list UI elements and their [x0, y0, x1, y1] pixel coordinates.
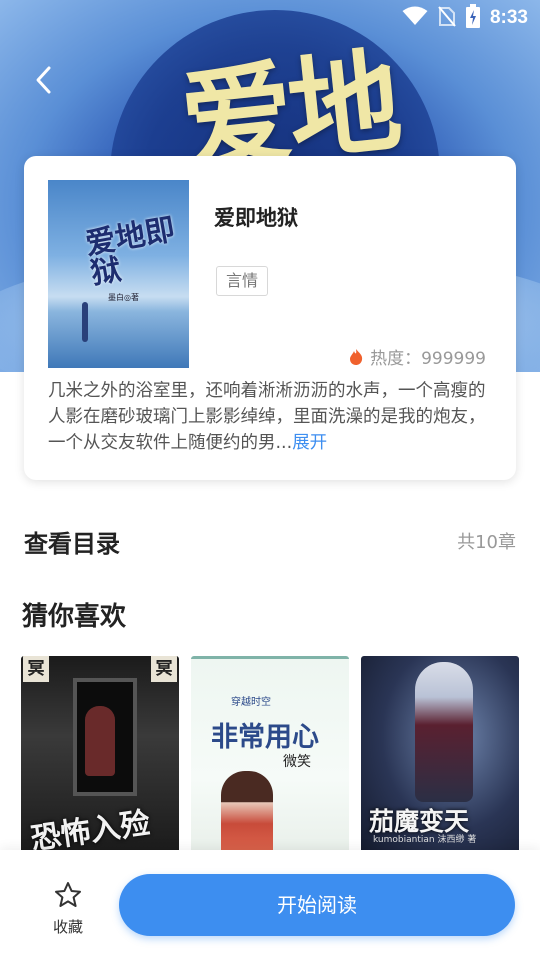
book-cover-title: 爱地即狱 [82, 212, 178, 292]
chapter-count: 共10章 [457, 532, 516, 553]
book-cover-author: 墨白◎著 [108, 293, 139, 302]
book-description: 几米之外的浴室里，还响着淅淅沥沥的水声，一个高瘦的人影在磨砂玻璃门上影影绰绰，里… [48, 378, 494, 456]
recommend-book-cover[interactable]: 穿越时空 非常用心 微笑 [191, 656, 349, 859]
recommend-cover-subtitle: 穿越时空 [231, 697, 271, 708]
no-sim-icon [438, 5, 456, 31]
back-button[interactable] [26, 60, 60, 100]
catalog-label: 查看目录 [24, 530, 120, 558]
recommend-cover-title: 非常用心 [211, 722, 319, 753]
cover-figure [221, 771, 273, 859]
book-description-text: 几米之外的浴室里，还响着淅淅沥沥的水声，一个高瘦的人影在磨砂玻璃门上影影绰绰，里… [48, 381, 486, 453]
wifi-icon [402, 6, 428, 30]
bottom-action-bar: 收藏 开始阅读 [0, 850, 540, 960]
recommend-cover-author: 微笑 [283, 754, 311, 770]
chevron-left-icon [36, 66, 51, 94]
battery-charging-icon [465, 4, 480, 32]
cover-ghost [85, 706, 115, 776]
genre-tag[interactable]: 言情 [216, 266, 269, 296]
cover-figure [415, 662, 473, 802]
favorite-label: 收藏 [52, 918, 83, 936]
recommend-book-cover[interactable]: 冥 冥 恐怖入殓师 [21, 656, 179, 856]
cover-figure [82, 302, 88, 342]
recommend-cover-subtitle: kumobiantian 沫西缈 著 [373, 835, 477, 845]
flame-icon [350, 348, 363, 365]
cover-seal-right: 冥 [151, 656, 177, 682]
catalog-row[interactable]: 查看目录 共10章 [24, 520, 516, 560]
book-info-card: 爱地即狱 墨白◎著 爱即地狱 言情 热度：999999 几米之外的浴室里，还响着… [24, 156, 516, 480]
book-cover[interactable]: 爱地即狱 墨白◎著 [48, 180, 189, 368]
star-outline-icon [55, 882, 81, 907]
cover-seal-left: 冥 [23, 656, 49, 682]
status-bar: 8:33 [402, 4, 528, 32]
expand-link[interactable]: 展开 [292, 433, 327, 453]
recommend-cover-title: 恐怖入殓师 [28, 805, 153, 856]
favorite-button[interactable]: 收藏 [44, 880, 92, 937]
heat-indicator: 热度：999999 [348, 344, 486, 369]
start-reading-button[interactable]: 开始阅读 [119, 874, 515, 936]
heat-value: 热度：999999 [370, 349, 486, 369]
recommend-list: 冥 冥 恐怖入殓师 穿越时空 非常用心 微笑 茄魔变天 kumobiantian… [21, 656, 521, 859]
book-title: 爱即地狱 [214, 206, 298, 230]
recommend-section-title: 猜你喜欢 [22, 602, 127, 632]
recommend-book-cover[interactable]: 茄魔变天 kumobiantian 沫西缈 著 [361, 656, 519, 856]
status-time: 8:33 [489, 7, 528, 28]
